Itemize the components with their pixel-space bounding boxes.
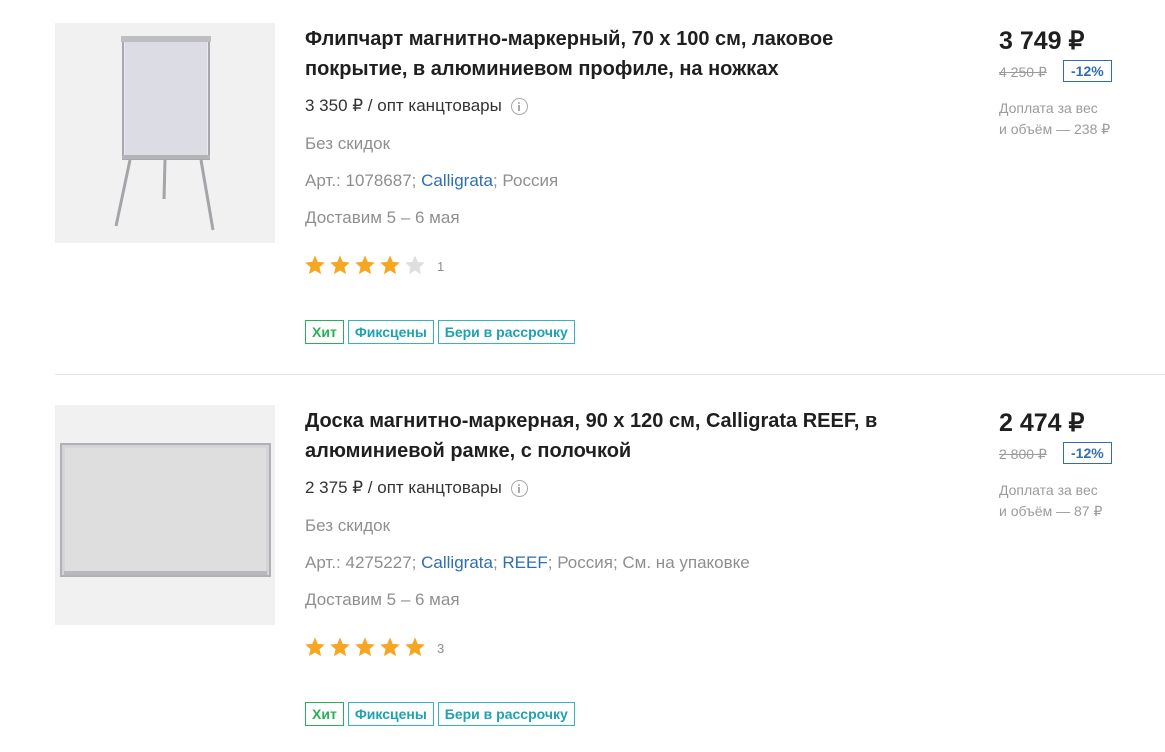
star-filled-icon (355, 255, 375, 275)
extra-charge: Доплата за вес и объём — 238 ₽ (999, 98, 1149, 140)
badge-fixed-price[interactable]: Фиксцены (347, 702, 434, 726)
badge-hit[interactable]: Хит (305, 702, 344, 726)
flipchart-image (114, 36, 215, 231)
delivery-info: Доставим 5 – 6 мая (305, 208, 460, 227)
no-discount-label: Без скидок (305, 516, 390, 535)
product-title[interactable]: Доска магнитно-маркерная, 90 х 120 см, C… (305, 406, 905, 466)
extra-charge-amount: и объём — 87 ₽ (999, 503, 1103, 519)
opt-price: 3 350 ₽ / опт канцтовары (305, 96, 528, 116)
no-discount-label: Без скидок (305, 134, 390, 153)
extra-charge: Доплата за вес и объём — 87 ₽ (999, 480, 1149, 522)
delivery-info: Доставим 5 – 6 мая (305, 590, 460, 609)
star-empty-icon (405, 255, 425, 275)
badge-fixed-price[interactable]: Фиксцены (347, 320, 434, 344)
rating[interactable]: 1 (304, 254, 444, 276)
star-filled-icon (380, 255, 400, 275)
discount-badge: -12% (1063, 442, 1112, 464)
brand-link[interactable]: Calligrata (421, 171, 493, 190)
article-country: ; Россия (492, 171, 559, 190)
product-image-whiteboard[interactable] (55, 405, 275, 625)
star-filled-icon (330, 255, 350, 275)
opt-price: 2 375 ₽ / опт канцтовары (305, 478, 528, 498)
extra-charge-line: Доплата за вес (999, 482, 1098, 498)
opt-price-text: 2 375 ₽ / опт канцтовары (305, 478, 502, 497)
badges: Хит Фиксцены Бери в рассрочку (305, 320, 579, 344)
old-price: 2 800 ₽ (999, 446, 1047, 462)
star-filled-icon (305, 255, 325, 275)
product-card: Доска магнитно-маркерная, 90 х 120 см, C… (0, 382, 1165, 752)
article-info: Арт.: 4275227; Calligrata; REEF; Россия;… (305, 553, 750, 572)
current-price: 2 474 ₽ (999, 409, 1085, 437)
star-filled-icon (330, 637, 350, 657)
article-info: Арт.: 1078687; Calligrata; Россия (305, 171, 558, 191)
whiteboard-image (60, 443, 271, 577)
badge-hit[interactable]: Хит (305, 320, 344, 344)
article-country: ; Россия; См. на упаковке (547, 553, 750, 572)
star-filled-icon (355, 637, 375, 657)
opt-price-text: 3 350 ₽ / опт канцтовары (305, 96, 502, 115)
review-count[interactable]: 3 (437, 641, 444, 656)
info-icon[interactable] (510, 479, 528, 497)
old-price: 4 250 ₽ (999, 64, 1047, 80)
article-number: Арт.: 4275227; (305, 553, 417, 572)
brand-link[interactable]: Calligrata (421, 553, 493, 572)
badges: Хит Фиксцены Бери в рассрочку (305, 702, 579, 726)
current-price: 3 749 ₽ (999, 27, 1085, 55)
extra-charge-line: Доплата за вес (999, 100, 1098, 116)
discount-badge: -12% (1063, 60, 1112, 82)
extra-charge-amount: и объём — 238 ₽ (999, 121, 1111, 137)
star-filled-icon (305, 637, 325, 657)
review-count[interactable]: 1 (437, 259, 444, 274)
product-title[interactable]: Флипчарт магнитно-маркерный, 70 х 100 см… (305, 24, 905, 84)
badge-installment[interactable]: Бери в рассрочку (437, 702, 575, 726)
rating[interactable]: 3 (304, 636, 444, 658)
product-card: Флипчарт магнитно-маркерный, 70 х 100 см… (0, 0, 1165, 370)
info-icon[interactable] (510, 97, 528, 115)
divider (55, 374, 1165, 375)
star-filled-icon (405, 637, 425, 657)
article-number: Арт.: 1078687; (305, 171, 417, 190)
product-image-flipchart[interactable] (55, 23, 275, 243)
star-filled-icon (380, 637, 400, 657)
series-link[interactable]: REEF (502, 553, 547, 572)
badge-installment[interactable]: Бери в рассрочку (437, 320, 575, 344)
